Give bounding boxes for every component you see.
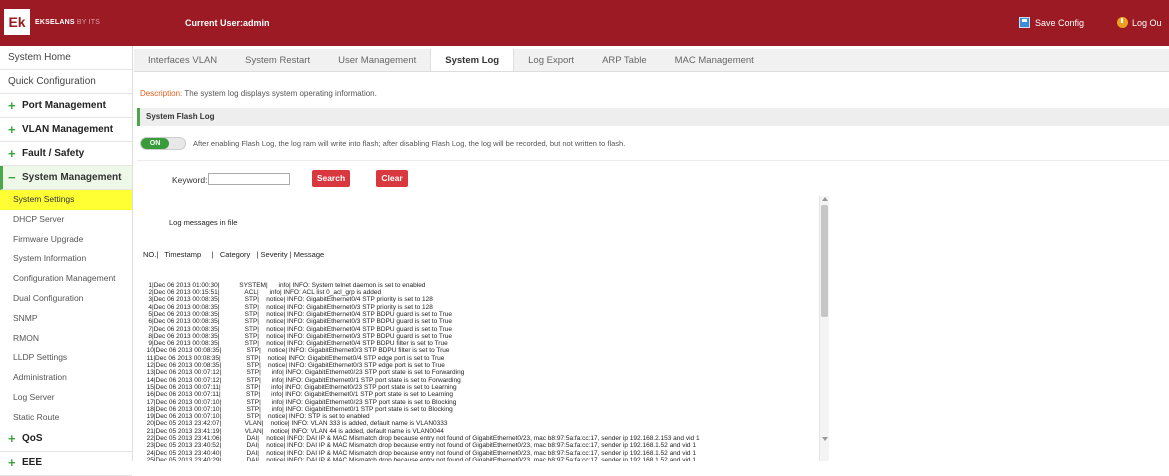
- sidebar-group-label: Fault / Safety: [22, 147, 85, 159]
- plus-icon: +: [8, 455, 16, 471]
- log-line: 4|Dec 06 2013 00:08:35| STP| notice| INF…: [143, 303, 433, 311]
- log-line: 22|Dec 05 2013 23:41:06| DAI| notice| IN…: [143, 435, 700, 443]
- page-description: Description: The system log displays sys…: [140, 89, 377, 98]
- sidebar-group-vlan-management[interactable]: + VLAN Management: [0, 118, 132, 142]
- flash-log-description: After enabling Flash Log, the log ram wi…: [193, 139, 626, 148]
- floppy-disk-icon: [1019, 17, 1030, 28]
- clear-button[interactable]: Clear: [376, 170, 408, 187]
- sidebar-group-qos[interactable]: + QoS: [0, 428, 132, 452]
- log-line: 21|Dec 05 2013 23:41:19| VLAN| notice| I…: [143, 427, 444, 435]
- sidebar-item-system-home[interactable]: System Home: [0, 46, 132, 70]
- sidebar-group-label: VLAN Management: [22, 123, 114, 135]
- save-config-label: Save Config: [1035, 17, 1085, 28]
- sidebar-group-label: Port Management: [22, 99, 106, 111]
- section-title: System Flash Log: [137, 108, 1169, 126]
- log-line: 11|Dec 06 2013 00:08:35| STP| notice| IN…: [143, 354, 445, 362]
- tab-user-management[interactable]: User Management: [324, 49, 430, 71]
- sidebar-item-log-server[interactable]: Log Server: [0, 388, 132, 408]
- logo: Ek EKSELANS BY ITS: [4, 9, 100, 35]
- scroll-up-arrow-icon[interactable]: [822, 197, 828, 201]
- log-line: 3|Dec 06 2013 00:08:35| STP| notice| INF…: [143, 296, 433, 304]
- sidebar-group-label: System Management: [22, 171, 122, 183]
- sidebar-item-rmon[interactable]: RMON: [0, 329, 132, 349]
- log-line: 12|Dec 06 2013 00:08:35| STP| notice| IN…: [143, 362, 445, 370]
- log-line: 23|Dec 05 2013 23:40:52| DAI| notice| IN…: [143, 442, 696, 450]
- plus-icon: +: [8, 121, 16, 137]
- logo-subtext: BY ITS: [76, 18, 101, 26]
- tab-log-export[interactable]: Log Export: [514, 49, 588, 71]
- sidebar-item-dhcp-server[interactable]: DHCP Server: [0, 210, 132, 230]
- log-line: 2|Dec 06 2013 00:15:51| ACL| info| INFO:…: [143, 289, 382, 297]
- log-lines: 1|Dec 06 2013 01:00:30| SYSTEM| info| IN…: [143, 282, 819, 461]
- divider: [137, 160, 1169, 161]
- keyword-label: Keyword:: [172, 175, 208, 185]
- sidebar-group-port-management[interactable]: + Port Management: [0, 94, 132, 118]
- sidebar-item-system-settings[interactable]: System Settings: [0, 190, 132, 210]
- save-config-button[interactable]: Save Config: [1019, 17, 1084, 28]
- description-text: The system log displays system operating…: [184, 89, 377, 98]
- log-title: Log messages in file: [169, 217, 238, 227]
- log-line: 15|Dec 06 2013 00:07:11| STP| info| INFO…: [143, 383, 457, 391]
- log-line: 10|Dec 06 2013 00:08:35| STP| notice| IN…: [143, 347, 450, 355]
- tab-interfaces-vlan[interactable]: Interfaces VLAN: [134, 49, 231, 71]
- log-content: Log messages in file NO.| Timestamp | Ca…: [143, 195, 819, 461]
- sidebar-item-firmware-upgrade[interactable]: Firmware Upgrade: [0, 230, 132, 250]
- logout-label: Log Ou: [1132, 17, 1162, 28]
- log-line: 13|Dec 06 2013 00:07:12| STP| info| INFO…: [143, 369, 465, 377]
- plus-icon: +: [8, 97, 16, 113]
- log-line: 14|Dec 06 2013 00:07:12| STP| info| INFO…: [143, 376, 461, 384]
- sidebar-item-system-information[interactable]: System Information: [0, 249, 132, 269]
- log-line: 1|Dec 06 2013 01:00:30| SYSTEM| info| IN…: [143, 281, 426, 289]
- power-icon: [1117, 17, 1128, 28]
- log-line: 25|Dec 05 2013 23:40:29| DAI| notice| IN…: [143, 456, 696, 461]
- log-line: 20|Dec 05 2013 23:42:07| VLAN| notice| I…: [143, 420, 448, 428]
- sidebar-item-snmp[interactable]: SNMP: [0, 309, 132, 329]
- sidebar-group-label: EEE: [22, 457, 43, 469]
- sidebar-item-configuration-management[interactable]: Configuration Management: [0, 269, 132, 289]
- sidebar-item-quick-configuration[interactable]: Quick Configuration: [0, 70, 132, 94]
- top-header: Ek EKSELANS BY ITS Current User:admin Sa…: [0, 0, 1169, 46]
- sidebar: System Home Quick Configuration + Port M…: [0, 46, 133, 476]
- log-line: 16|Dec 06 2013 00:07:11| STP| info| INFO…: [143, 391, 454, 399]
- tab-system-restart[interactable]: System Restart: [231, 49, 324, 71]
- log-line: 8|Dec 06 2013 00:08:35| STP| notice| INF…: [143, 332, 453, 340]
- description-label: Description:: [140, 89, 183, 98]
- log-line: 17|Dec 06 2013 00:07:10| STP| info| INFO…: [143, 398, 457, 406]
- log-line: 5|Dec 06 2013 00:08:35| STP| notice| INF…: [143, 310, 453, 318]
- sidebar-item-lldp-settings[interactable]: LLDP Settings: [0, 348, 132, 368]
- search-button[interactable]: Search: [312, 170, 350, 187]
- keyword-input[interactable]: [208, 173, 290, 185]
- tab-system-log[interactable]: System Log: [430, 49, 515, 71]
- tab-arp-table[interactable]: ARP Table: [588, 49, 661, 71]
- flash-log-toggle[interactable]: ON: [140, 137, 186, 150]
- scroll-down-arrow-icon[interactable]: [822, 437, 828, 441]
- log-line: 19|Dec 06 2013 00:07:10| STP| notice| IN…: [143, 413, 370, 421]
- minus-icon: −: [8, 169, 16, 185]
- log-line: 18|Dec 06 2013 00:07:10| STP| info| INFO…: [143, 405, 453, 413]
- plus-icon: +: [8, 145, 16, 161]
- sidebar-item-administration[interactable]: Administration: [0, 368, 132, 388]
- logo-mark: Ek: [4, 9, 30, 35]
- log-header: NO.| Timestamp | Category | Severity | M…: [143, 250, 325, 260]
- sidebar-item-static-route[interactable]: Static Route: [0, 408, 132, 428]
- current-user-label: Current User:admin: [185, 18, 270, 28]
- sidebar-item-dual-configuration[interactable]: Dual Configuration: [0, 289, 132, 309]
- scrollbar-thumb[interactable]: [821, 205, 828, 317]
- log-line: 7|Dec 06 2013 00:08:35| STP| notice| INF…: [143, 325, 453, 333]
- log-line: 9|Dec 06 2013 00:08:35| STP| notice| INF…: [143, 340, 448, 348]
- logout-button[interactable]: Log Ou: [1117, 17, 1162, 28]
- log-line: 24|Dec 05 2013 23:40:40| DAI| notice| IN…: [143, 449, 696, 457]
- tab-mac-management[interactable]: MAC Management: [661, 49, 768, 71]
- sidebar-group-fault-safety[interactable]: + Fault / Safety: [0, 142, 132, 166]
- sidebar-group-label: QoS: [22, 433, 43, 445]
- sidebar-group-system-management[interactable]: − System Management: [0, 166, 132, 190]
- log-scrollbar[interactable]: [819, 196, 829, 461]
- log-line: 6|Dec 06 2013 00:08:35| STP| notice| INF…: [143, 318, 453, 326]
- sidebar-group-eee[interactable]: + EEE: [0, 452, 132, 476]
- log-textarea[interactable]: Log messages in file NO.| Timestamp | Ca…: [139, 195, 831, 461]
- toggle-on-label: ON: [141, 138, 169, 149]
- logo-text: EKSELANS: [35, 18, 75, 26]
- plus-icon: +: [8, 431, 16, 447]
- tab-bar: Interfaces VLAN System Restart User Mana…: [134, 49, 1169, 72]
